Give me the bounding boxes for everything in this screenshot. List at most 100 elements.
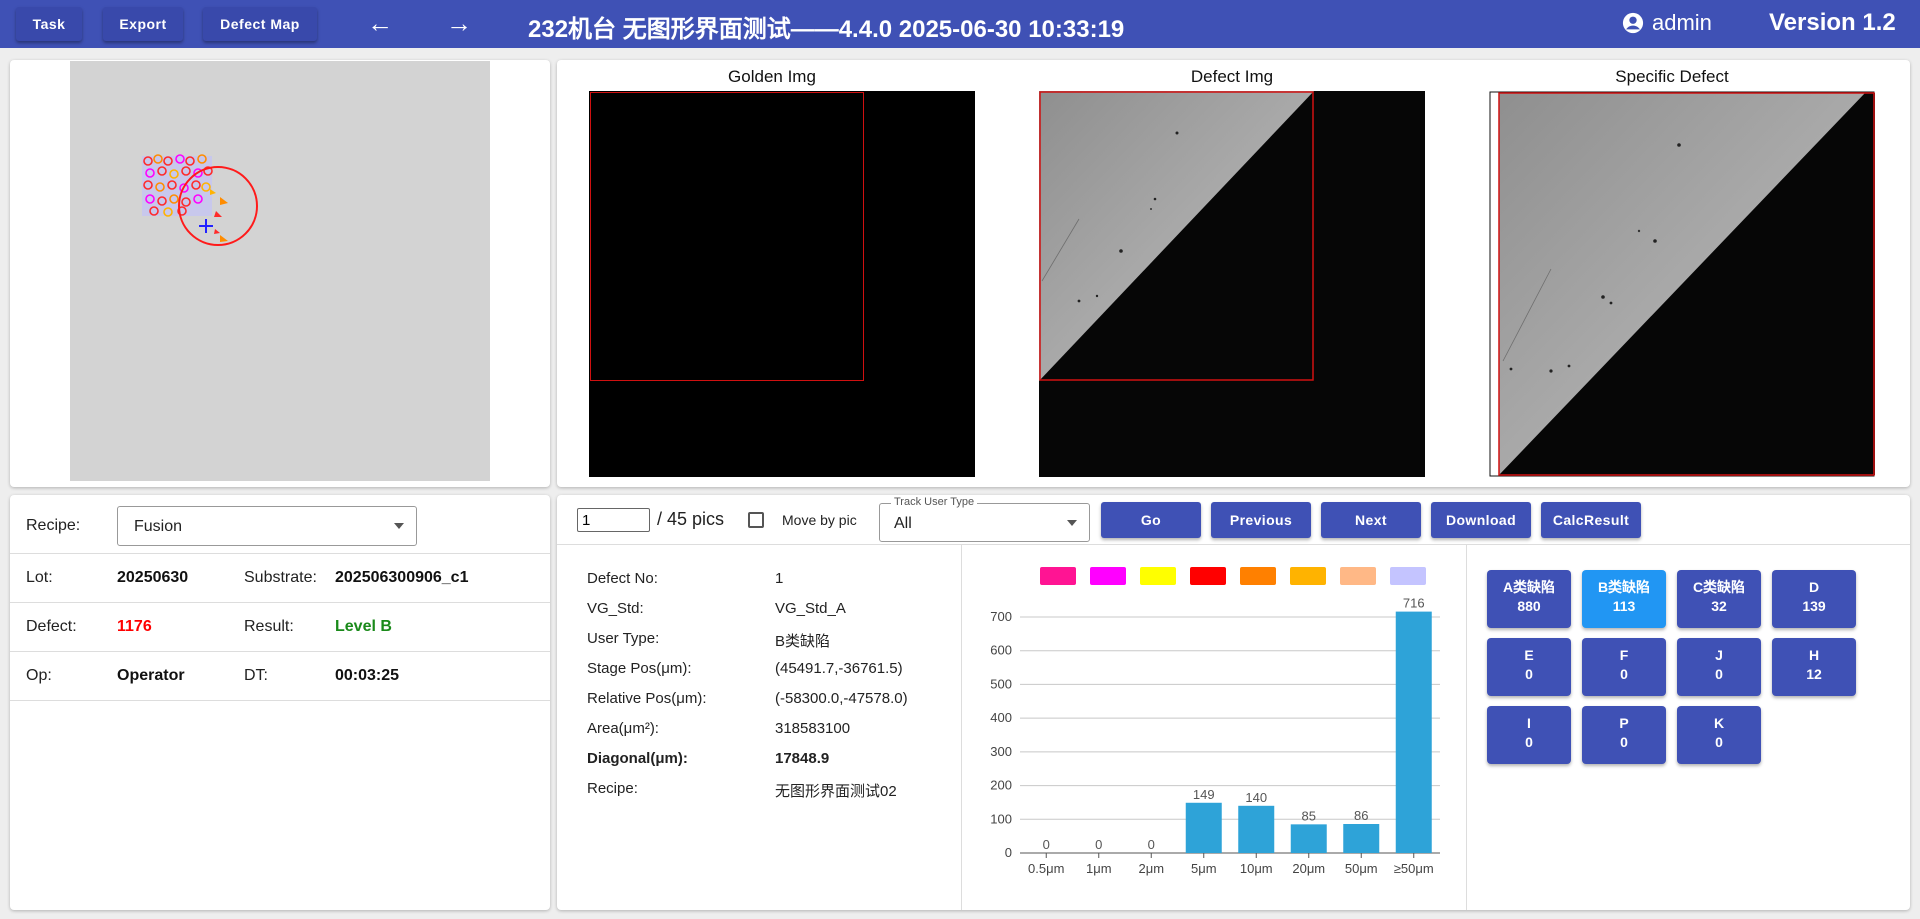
detail-label: Diagonal(μm): <box>587 750 688 767</box>
bar-value-label: 149 <box>1193 787 1215 802</box>
histogram-bar[interactable] <box>1238 805 1275 853</box>
category-button[interactable]: P0 <box>1582 706 1666 764</box>
specific-defect-image[interactable] <box>1489 91 1875 477</box>
category-button[interactable]: H 12 <box>1772 638 1856 696</box>
histogram-bar[interactable] <box>1185 802 1222 853</box>
next-button[interactable]: Next <box>1321 502 1421 538</box>
legend-swatch[interactable] <box>1090 567 1126 585</box>
move-by-pic-label: Move by pic <box>782 512 857 528</box>
track-user-type-value: All <box>894 515 912 532</box>
task-button[interactable]: Task <box>16 7 82 41</box>
histogram-bar[interactable] <box>1395 611 1432 853</box>
category-button[interactable]: B类缺陷 113 <box>1582 570 1666 628</box>
category-button[interactable]: E0 <box>1487 638 1571 696</box>
defect-details: Defect No: 1 VG_Std: VG_Std_A User Type: B类缺陷… <box>557 545 962 910</box>
detail-label: Stage Pos(μm): <box>587 660 692 677</box>
category-button[interactable]: J0 <box>1677 638 1761 696</box>
top-app-bar: Task Export Defect Map ← → 232机台 无图形界面测试… <box>0 0 1920 48</box>
track-user-type-select[interactable]: Track User Type All <box>879 496 1090 542</box>
image-compare-panel: Golden Img Defect Img Specific Defect <box>557 60 1910 487</box>
histogram-bar[interactable] <box>1343 824 1380 853</box>
detail-label: Area(μm²): <box>587 720 659 737</box>
defect-category-grid: A类缺陷 880 B类缺陷 113 C类缺陷 32 D 139 E 0 F 0 J 0 H 12 I 0 P 0 K 0 <box>1467 545 1910 910</box>
defect-image[interactable] <box>1039 91 1425 477</box>
histogram-bar[interactable] <box>1290 824 1327 853</box>
category-name: H <box>1808 647 1820 663</box>
previous-button[interactable]: Previous <box>1211 502 1311 538</box>
category-button[interactable]: C类缺陷 32 <box>1677 570 1761 628</box>
detail-value: 17848.9 <box>775 750 830 767</box>
arrow-left-icon[interactable]: ← <box>364 8 396 40</box>
category-button[interactable]: A类缺陷 880 <box>1487 570 1571 628</box>
detail-label: VG_Std: <box>587 600 644 617</box>
legend-swatch[interactable] <box>1290 567 1326 585</box>
op-row: Op: Operator DT: 00:03:25 <box>10 652 550 701</box>
export-button[interactable]: Export <box>103 7 183 41</box>
detail-value: (45491.7,-36761.5) <box>775 660 903 677</box>
category-button[interactable]: D 139 <box>1772 570 1856 628</box>
category-button[interactable]: I0 <box>1487 706 1571 764</box>
account-circle-icon <box>1622 12 1644 34</box>
category-name: P <box>1619 715 1629 731</box>
golden-roi-box <box>590 92 864 381</box>
y-tick-label: 600 <box>990 643 1012 658</box>
legend-swatch[interactable] <box>1390 567 1426 585</box>
substrate-label: Substrate: <box>244 569 317 586</box>
bar-value-label: 716 <box>1403 596 1425 611</box>
x-tick-label: 2μm <box>1138 861 1164 876</box>
info-panel: Recipe: Fusion Lot: 20250630 Substrate: … <box>10 495 550 910</box>
golden-image[interactable] <box>589 91 975 477</box>
category-count: 32 <box>1711 598 1727 614</box>
category-button[interactable]: F0 <box>1582 638 1666 696</box>
crosshair-icon <box>199 219 213 233</box>
arrow-right-icon[interactable]: → <box>443 8 475 40</box>
defect-count-value: 1176 <box>117 618 152 635</box>
version-label: Version 1.2 <box>1769 9 1896 36</box>
recipe-label: Recipe: <box>26 517 81 534</box>
detail-label: User Type: <box>587 630 660 647</box>
legend-swatch[interactable] <box>1190 567 1226 585</box>
go-button[interactable]: Go <box>1101 502 1201 538</box>
legend-swatch[interactable] <box>1240 567 1276 585</box>
defect-map-button[interactable]: Defect Map <box>203 7 317 41</box>
dropdown-arrow-icon <box>394 523 404 529</box>
y-tick-label: 0 <box>1005 845 1012 860</box>
dt-label: DT: <box>244 667 268 684</box>
x-tick-label: 5μm <box>1191 861 1217 876</box>
dropdown-arrow-icon <box>1067 520 1077 526</box>
page-number-input[interactable] <box>577 508 650 532</box>
size-histogram-chart: 0 100 200 300 400 500 600 700 0.5μm 0 1μm 0 2μm 0 5μm 1… <box>990 567 1440 876</box>
legend-swatch[interactable] <box>1340 567 1376 585</box>
bar-value-label: 86 <box>1354 808 1368 823</box>
user-menu[interactable]: admin <box>1622 10 1712 36</box>
y-tick-label: 400 <box>990 710 1012 725</box>
wafer-map-canvas[interactable] <box>70 61 490 481</box>
bar-value-label: 140 <box>1245 790 1267 805</box>
category-count: 0 <box>1620 666 1628 682</box>
recipe-select[interactable]: Fusion <box>117 506 417 546</box>
legend-swatch[interactable] <box>1040 567 1076 585</box>
result-value: Level B <box>335 618 392 635</box>
lot-label: Lot: <box>26 569 53 586</box>
category-count: 139 <box>1802 598 1826 614</box>
download-button[interactable]: Download <box>1431 502 1531 538</box>
x-tick-label: 50μm <box>1345 861 1378 876</box>
category-name: A类缺陷 <box>1502 579 1556 595</box>
x-tick-label: ≥50μm <box>1394 861 1434 876</box>
move-by-pic-checkbox[interactable] <box>748 512 764 528</box>
category-button[interactable]: K0 <box>1677 706 1761 764</box>
wafer-map-panel <box>10 60 550 487</box>
detail-value: 无图形界面测试02 <box>775 783 897 800</box>
lot-value: 20250630 <box>117 569 189 586</box>
size-histogram: 0 100 200 300 400 500 600 700 0.5μm 0 1μm 0 2μm 0 5μm 1… <box>962 545 1467 910</box>
recipe-select-value: Fusion <box>134 518 183 535</box>
category-name: C类缺陷 <box>1692 579 1746 595</box>
x-tick-label: 0.5μm <box>1028 861 1064 876</box>
specific-defect-render <box>1489 91 1875 477</box>
y-tick-label: 100 <box>990 811 1012 826</box>
legend-swatch[interactable] <box>1140 567 1176 585</box>
calc-result-button[interactable]: CalcResult <box>1541 502 1641 538</box>
category-name: J <box>1715 647 1723 663</box>
defect-img-label: Defect Img <box>1190 67 1274 86</box>
specific-defect-label: Specific Defect <box>1615 67 1729 86</box>
